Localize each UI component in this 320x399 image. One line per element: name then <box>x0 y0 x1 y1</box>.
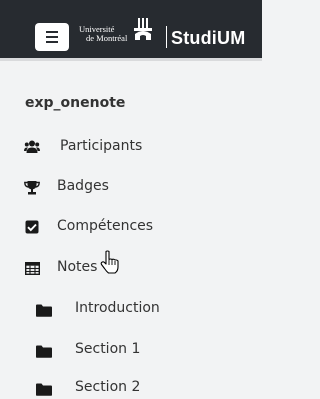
university-name-line2: de Montréal <box>86 33 128 43</box>
nav-label-competences: Compétences <box>57 218 154 234</box>
nav-item-introduction[interactable]: Introduction <box>0 297 220 321</box>
course-title[interactable]: exp_onenote <box>25 95 125 111</box>
users-icon <box>24 139 40 155</box>
menu-toggle-button[interactable] <box>35 23 69 51</box>
nav-label-section-2: Section 2 <box>75 379 141 395</box>
navbar-shadow <box>0 58 262 61</box>
folder-icon <box>36 302 52 318</box>
hand-pointer-cursor-icon <box>100 250 119 274</box>
hamburger-icon-bar <box>46 41 58 43</box>
nav-label-section-1: Section 1 <box>75 341 141 357</box>
trophy-icon <box>24 179 40 195</box>
table-icon <box>24 260 40 276</box>
checkbox-icon <box>24 219 40 235</box>
nav-label-introduction: Introduction <box>75 300 160 316</box>
logo-separator <box>166 26 167 48</box>
nav-label-badges: Badges <box>57 178 109 194</box>
nav-item-badges[interactable]: Badges <box>0 175 200 199</box>
nav-item-competences[interactable]: Compétences <box>0 215 200 239</box>
studium-logo[interactable]: StudiUM <box>171 28 245 49</box>
folder-icon <box>36 343 52 359</box>
folder-icon <box>36 381 52 397</box>
nav-item-participants[interactable]: Participants <box>0 135 200 159</box>
hamburger-icon <box>46 31 58 33</box>
university-logo[interactable]: Université de Montréal <box>76 18 176 53</box>
nav-label-participants: Participants <box>60 138 143 154</box>
nav-item-section-2[interactable]: Section 2 <box>0 376 220 399</box>
nav-item-section-1[interactable]: Section 1 <box>0 338 220 362</box>
top-navbar: Université de Montréal StudiUM <box>0 0 262 58</box>
hamburger-icon-bar <box>46 36 58 38</box>
nav-label-notes: Notes <box>57 259 98 275</box>
university-mark-icon <box>134 18 152 40</box>
